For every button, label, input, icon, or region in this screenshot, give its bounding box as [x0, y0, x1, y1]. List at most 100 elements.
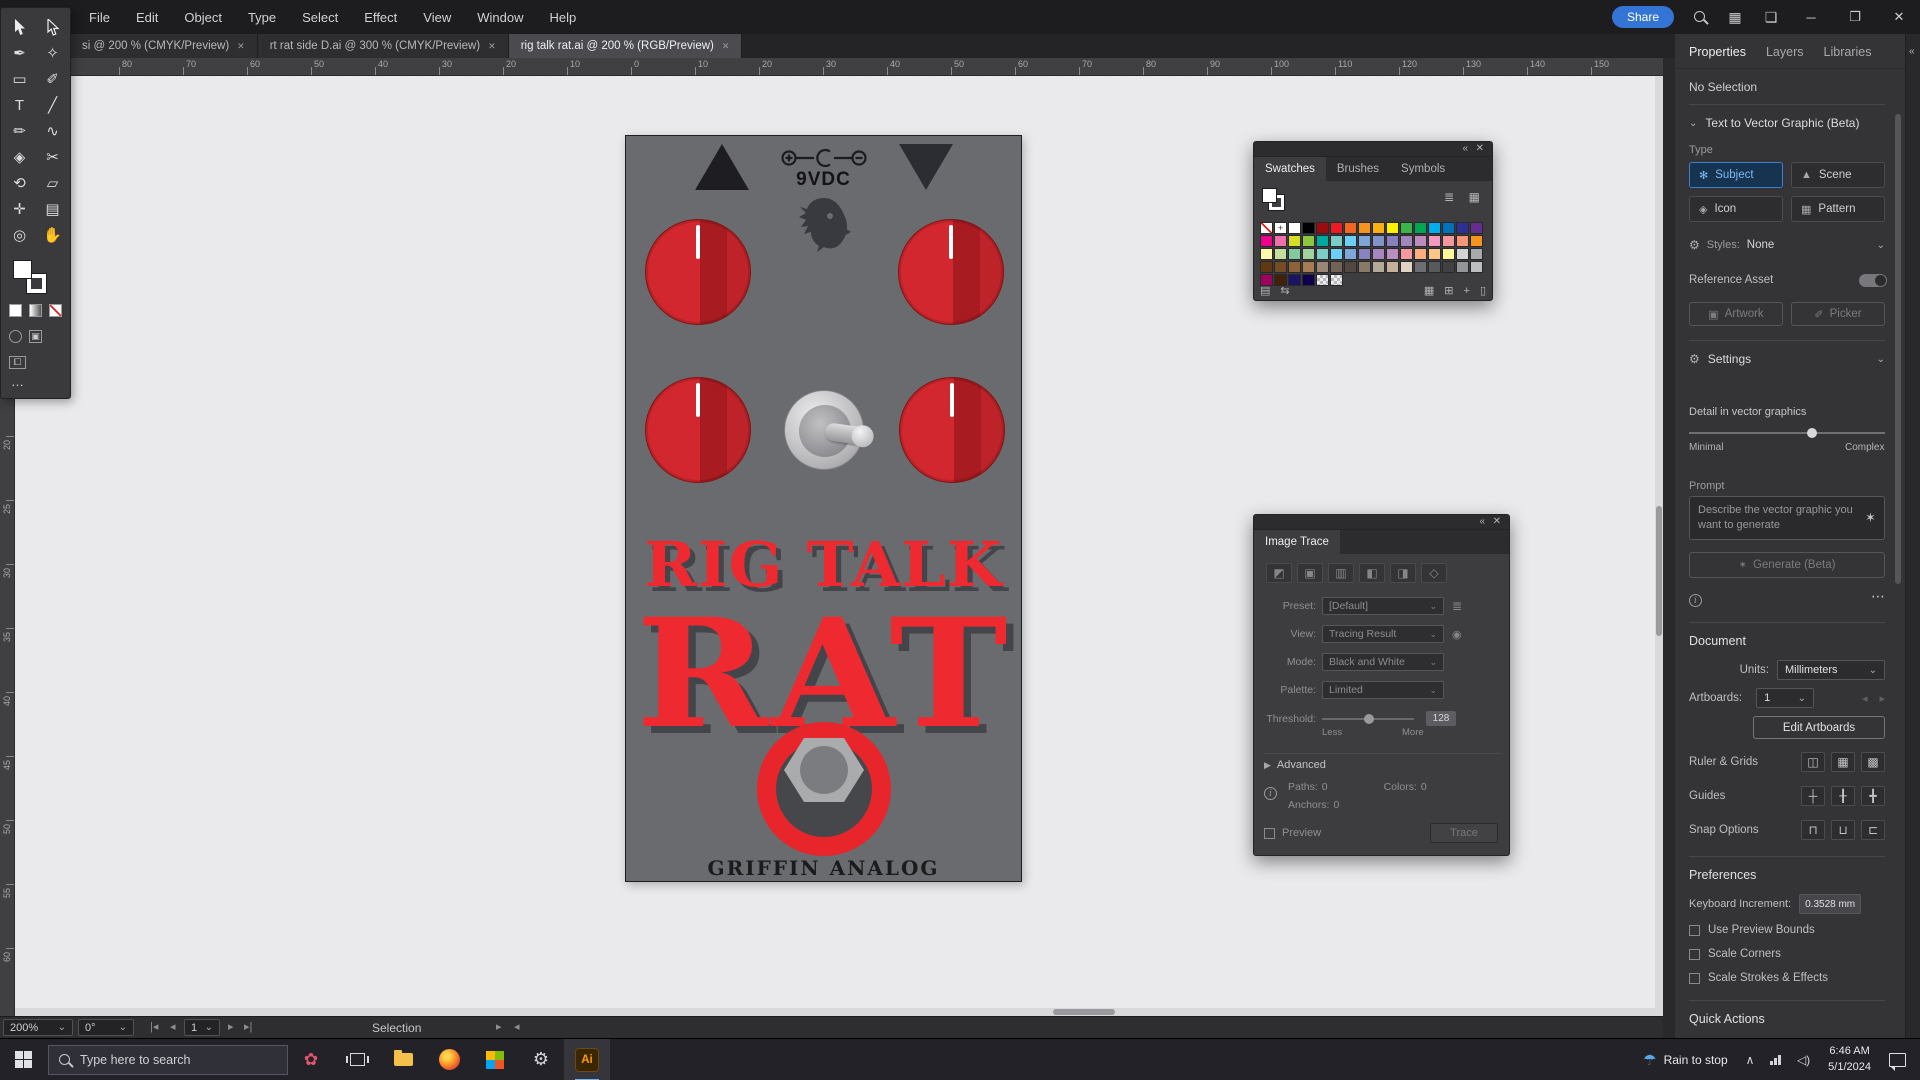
- swatch[interactable]: [1372, 261, 1385, 273]
- clock-widget[interactable]: 6:46 AM 5/1/2024: [1818, 1044, 1881, 1076]
- checkbox-scale-strokes-effects[interactable]: [1689, 973, 1700, 984]
- swatch[interactable]: [1316, 261, 1329, 273]
- view-eye-icon[interactable]: ◉: [1452, 628, 1462, 641]
- auto-color-icon[interactable]: ◩: [1266, 563, 1292, 583]
- settings-icon[interactable]: ⚙: [518, 1039, 564, 1080]
- swatch[interactable]: [1330, 235, 1343, 247]
- file-explorer-icon[interactable]: [380, 1039, 426, 1080]
- lock-guides-icon[interactable]: ╂: [1831, 786, 1855, 806]
- swatch-libraries-icon[interactable]: ▤: [1260, 284, 1270, 297]
- canvas-vertical-scrollbar[interactable]: [1655, 76, 1663, 1008]
- ttv-section-header[interactable]: ⌄ Text to Vector Graphic (Beta): [1689, 116, 1859, 130]
- more-options-icon[interactable]: ⋯: [1871, 588, 1885, 605]
- swatch[interactable]: [1428, 261, 1441, 273]
- dock-scrollbar[interactable]: [1894, 80, 1902, 1020]
- gradient-tool[interactable]: ▤: [36, 196, 69, 222]
- swatch[interactable]: [1358, 261, 1371, 273]
- swatch[interactable]: [1414, 222, 1427, 234]
- scale-tool[interactable]: ▱: [36, 170, 69, 196]
- units-dropdown[interactable]: Millimeters⌄: [1777, 660, 1885, 680]
- swatch[interactable]: [1386, 235, 1399, 247]
- smart-guides-icon[interactable]: ╋: [1861, 786, 1885, 806]
- weather-widget[interactable]: ☂ Rain to stop: [1633, 1051, 1738, 1069]
- swatch[interactable]: [1456, 222, 1469, 234]
- snap-to-grid-icon[interactable]: ⊔: [1831, 820, 1855, 840]
- detail-slider-knob[interactable]: [1807, 428, 1817, 438]
- horizontal-ruler[interactable]: 8070605040302010010203040506070809010011…: [15, 58, 1663, 76]
- generate-button[interactable]: ✶ Generate (Beta): [1689, 552, 1885, 578]
- swatch[interactable]: [1302, 248, 1315, 260]
- settings-section-header[interactable]: ⚙ Settings ⌄: [1689, 352, 1885, 366]
- fill-color-swatch[interactable]: [13, 260, 32, 279]
- collapse-panel-icon[interactable]: «: [1462, 143, 1468, 154]
- swatch[interactable]: [1330, 222, 1343, 234]
- close-panel-icon[interactable]: ✕: [1476, 143, 1484, 154]
- close-button[interactable]: ✕: [1884, 9, 1914, 25]
- swatch-themes-icon[interactable]: ⇆: [1280, 284, 1289, 297]
- generate-idea-icon[interactable]: ✶: [1865, 510, 1876, 526]
- selection-tool[interactable]: [3, 14, 36, 40]
- v-scrollbar-thumb[interactable]: [1656, 506, 1662, 636]
- snap-to-point-icon[interactable]: ⊓: [1801, 820, 1825, 840]
- swatch[interactable]: [1330, 261, 1343, 273]
- document-tab[interactable]: si @ 200 % (CMYK/Preview)✕: [70, 34, 258, 58]
- delete-swatch-icon[interactable]: ▯: [1480, 284, 1486, 297]
- zoom-tool[interactable]: ◎: [3, 222, 36, 248]
- restore-button[interactable]: ❐: [1840, 9, 1870, 25]
- menu-object[interactable]: Object: [184, 10, 222, 25]
- swatch[interactable]: [1414, 261, 1427, 273]
- swatch[interactable]: [1260, 222, 1273, 234]
- menu-window[interactable]: Window: [477, 10, 523, 25]
- grid-view-icon[interactable]: ▦: [1469, 190, 1480, 204]
- swatches-panel-tab[interactable]: Symbols: [1390, 157, 1456, 181]
- swatch[interactable]: [1260, 261, 1273, 273]
- swatch[interactable]: [1358, 235, 1371, 247]
- new-color-group-icon[interactable]: ⊞: [1444, 284, 1453, 297]
- swatch[interactable]: [1372, 248, 1385, 260]
- draw-normal-icon[interactable]: [9, 330, 22, 343]
- black-white-icon[interactable]: ◨: [1390, 563, 1416, 583]
- artboard-pedal-design[interactable]: 9VDC RIG TALK RAT GRIFFIN ANALOG: [625, 135, 1022, 882]
- document-tab[interactable]: rt rat side D.ai @ 300 % (CMYK/Preview)✕: [258, 34, 509, 58]
- color-fill-icon[interactable]: [9, 304, 22, 317]
- next-artboard-nav-icon[interactable]: ▸: [228, 1020, 234, 1033]
- start-button[interactable]: [0, 1039, 46, 1080]
- keyboard-increment-input[interactable]: 0.3528 mm: [1799, 894, 1861, 914]
- last-artboard-icon[interactable]: ▸|: [244, 1020, 252, 1033]
- swatch[interactable]: [1288, 222, 1301, 234]
- panel-tab-layers[interactable]: Layers: [1766, 45, 1804, 59]
- swatch[interactable]: [1274, 235, 1287, 247]
- swatch[interactable]: [1470, 248, 1483, 260]
- swatch[interactable]: [1442, 248, 1455, 260]
- collapse-panel-icon[interactable]: «: [1479, 516, 1485, 527]
- image-trace-tab[interactable]: Image Trace: [1254, 530, 1340, 554]
- panel-fill-indicator[interactable]: [1262, 188, 1277, 203]
- list-view-icon[interactable]: ≣: [1444, 190, 1454, 204]
- swatches-panel-tab[interactable]: Brushes: [1326, 157, 1390, 181]
- swatch[interactable]: [1344, 222, 1357, 234]
- checkbox-use-preview-bounds[interactable]: [1689, 925, 1700, 936]
- rotate-tool[interactable]: ⟲: [3, 170, 36, 196]
- swatch[interactable]: [1316, 248, 1329, 260]
- volume-icon[interactable]: ◁): [1789, 1053, 1818, 1067]
- screen-mode-icon[interactable]: ⧠: [9, 356, 26, 369]
- preset-menu-icon[interactable]: ≣: [1452, 599, 1462, 613]
- type-option-subject[interactable]: ✻Subject: [1689, 162, 1783, 188]
- close-tab-icon[interactable]: ✕: [722, 41, 730, 52]
- swatch[interactable]: [1274, 261, 1287, 273]
- panel-tab-properties[interactable]: Properties: [1689, 45, 1746, 59]
- swatch[interactable]: [1400, 248, 1413, 260]
- transparency-grid-icon[interactable]: ▩: [1861, 752, 1885, 772]
- swatch[interactable]: [1470, 222, 1483, 234]
- swatch[interactable]: [1316, 235, 1329, 247]
- threshold-slider-knob[interactable]: [1364, 714, 1374, 724]
- swatch[interactable]: [1428, 248, 1441, 260]
- h-scrollbar-thumb[interactable]: [1053, 1009, 1115, 1015]
- trace-info-icon[interactable]: i: [1264, 787, 1277, 800]
- swatch[interactable]: [1386, 261, 1399, 273]
- menu-effect[interactable]: Effect: [364, 10, 397, 25]
- search-icon[interactable]: [1688, 9, 1710, 25]
- paintbrush-tool[interactable]: ✐: [36, 66, 69, 92]
- eraser-tool[interactable]: ◈: [3, 144, 36, 170]
- tray-expand-icon[interactable]: ∧: [1738, 1053, 1763, 1067]
